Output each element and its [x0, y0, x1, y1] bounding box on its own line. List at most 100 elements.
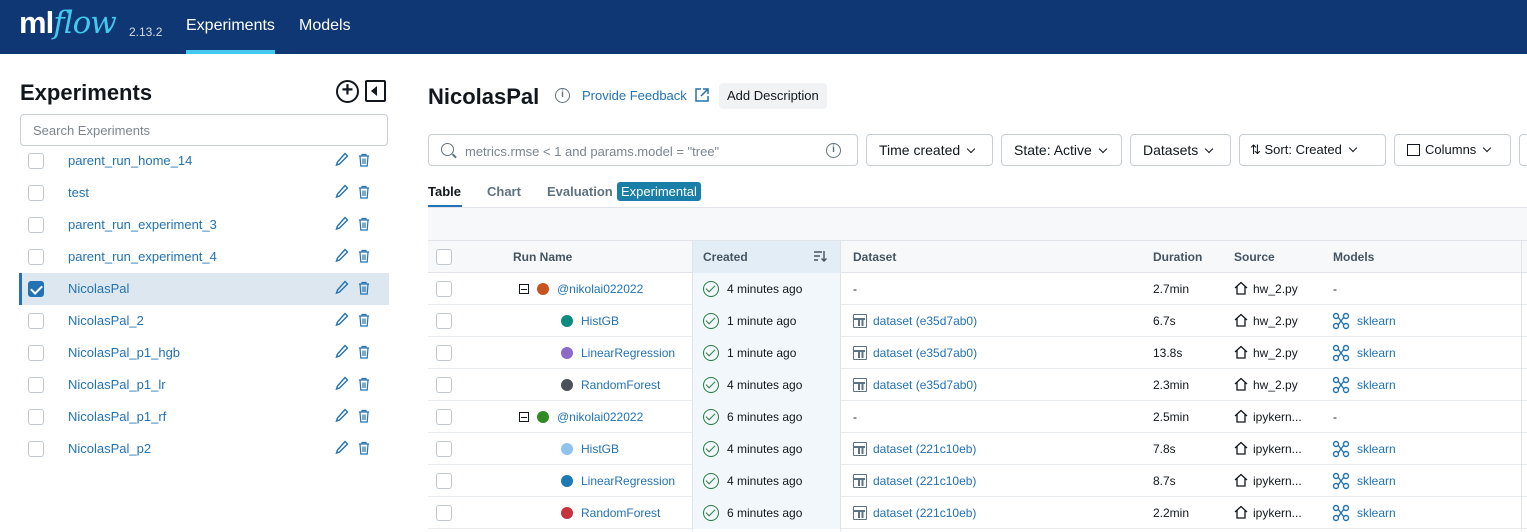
- source-name[interactable]: hw_2.py: [1253, 378, 1298, 392]
- experiment-item[interactable]: parent_run_experiment_3: [19, 209, 389, 241]
- row-checkbox[interactable]: [436, 409, 452, 425]
- experiment-name[interactable]: NicolasPal_2: [68, 313, 144, 328]
- more-filters-button[interactable]: [1519, 134, 1527, 166]
- tab-chart[interactable]: Chart: [487, 184, 521, 199]
- experiment-name[interactable]: parent_run_experiment_4: [68, 249, 217, 264]
- experiment-checkbox[interactable]: [28, 217, 44, 233]
- trash-icon[interactable]: [358, 249, 370, 263]
- sort-desc-icon[interactable]: [813, 249, 827, 263]
- experiment-name[interactable]: parent_run_experiment_3: [68, 217, 217, 232]
- trash-icon[interactable]: [358, 313, 370, 327]
- edit-icon[interactable]: [335, 408, 349, 424]
- trash-icon[interactable]: [358, 345, 370, 359]
- experiment-item[interactable]: parent_run_home_14: [19, 145, 389, 177]
- model-link[interactable]: sklearn: [1357, 506, 1396, 520]
- source-name[interactable]: ipykern...: [1253, 442, 1302, 456]
- experiment-checkbox[interactable]: [28, 345, 44, 361]
- tab-evaluation[interactable]: Evaluation: [547, 184, 613, 199]
- run-name[interactable]: @nikolai022022: [557, 282, 643, 296]
- experiment-checkbox[interactable]: [28, 377, 44, 393]
- experiment-checkbox[interactable]: [28, 409, 44, 425]
- edit-icon[interactable]: [335, 248, 349, 264]
- run-name[interactable]: RandomForest: [581, 378, 660, 392]
- edit-icon[interactable]: [335, 440, 349, 456]
- edit-icon[interactable]: [335, 216, 349, 232]
- trash-icon[interactable]: [358, 185, 370, 199]
- datasets-dropdown[interactable]: Datasets: [1130, 134, 1231, 166]
- row-checkbox[interactable]: [436, 377, 452, 393]
- dataset-link[interactable]: dataset (e35d7ab0): [873, 346, 977, 360]
- nav-tab-experiments[interactable]: Experiments: [186, 17, 275, 35]
- experiment-checkbox[interactable]: [28, 185, 44, 201]
- trash-icon[interactable]: [358, 281, 370, 295]
- run-color-dot[interactable]: [537, 411, 549, 423]
- run-color-dot[interactable]: [561, 443, 573, 455]
- experiment-item[interactable]: NicolasPal_p2: [19, 433, 389, 465]
- edit-icon[interactable]: [335, 152, 349, 168]
- row-checkbox[interactable]: [436, 441, 452, 457]
- experiment-item[interactable]: parent_run_experiment_4: [19, 241, 389, 273]
- columns-dropdown[interactable]: Columns: [1394, 134, 1511, 166]
- col-created[interactable]: Created: [703, 250, 748, 264]
- model-link[interactable]: sklearn: [1357, 346, 1396, 360]
- source-name[interactable]: ipykern...: [1253, 410, 1302, 424]
- experiment-name[interactable]: NicolasPal_p1_lr: [68, 377, 166, 392]
- col-dataset[interactable]: Dataset: [853, 250, 896, 264]
- experiment-checkbox[interactable]: [28, 313, 44, 329]
- trash-icon[interactable]: [358, 377, 370, 391]
- create-experiment-icon[interactable]: +: [336, 80, 359, 103]
- model-link[interactable]: sklearn: [1357, 474, 1396, 488]
- experiment-item[interactable]: NicolasPal_2: [19, 305, 389, 337]
- experiment-name[interactable]: test: [68, 185, 89, 200]
- run-name[interactable]: HistGB: [581, 314, 619, 328]
- dataset-link[interactable]: dataset (e35d7ab0): [873, 378, 977, 392]
- run-color-dot[interactable]: [561, 315, 573, 327]
- trash-icon[interactable]: [358, 217, 370, 231]
- dataset-link[interactable]: dataset (221c10eb): [873, 506, 976, 520]
- run-color-dot[interactable]: [561, 347, 573, 359]
- trash-icon[interactable]: [358, 409, 370, 423]
- source-name[interactable]: ipykern...: [1253, 474, 1302, 488]
- mlflow-logo[interactable]: mlflow: [19, 5, 117, 41]
- dataset-link[interactable]: dataset (221c10eb): [873, 442, 976, 456]
- run-name[interactable]: HistGB: [581, 442, 619, 456]
- col-models[interactable]: Models: [1333, 250, 1374, 264]
- collapse-group-icon[interactable]: [519, 284, 529, 294]
- experiment-name[interactable]: parent_run_home_14: [68, 153, 192, 168]
- experiment-checkbox[interactable]: [28, 281, 44, 297]
- add-description-button[interactable]: Add Description: [719, 83, 827, 109]
- col-duration[interactable]: Duration: [1153, 250, 1202, 264]
- row-checkbox[interactable]: [436, 313, 452, 329]
- run-name[interactable]: LinearRegression: [581, 474, 675, 488]
- experiment-checkbox[interactable]: [28, 441, 44, 457]
- col-run-name[interactable]: Run Name: [513, 250, 572, 264]
- model-link[interactable]: sklearn: [1357, 378, 1396, 392]
- tab-table[interactable]: Table: [428, 184, 461, 199]
- search-runs-input[interactable]: [465, 141, 815, 161]
- edit-icon[interactable]: [335, 312, 349, 328]
- col-source[interactable]: Source: [1234, 250, 1275, 264]
- run-color-dot[interactable]: [561, 507, 573, 519]
- edit-icon[interactable]: [335, 344, 349, 360]
- info-icon[interactable]: i: [555, 88, 570, 103]
- experiment-name[interactable]: NicolasPal: [68, 281, 129, 296]
- select-all-checkbox[interactable]: [436, 249, 452, 265]
- sort-dropdown[interactable]: ⇅ Sort: Created: [1239, 134, 1386, 166]
- run-name[interactable]: @nikolai022022: [557, 410, 643, 424]
- provide-feedback-link[interactable]: Provide Feedback: [582, 88, 687, 103]
- experiment-checkbox[interactable]: [28, 249, 44, 265]
- search-experiments-input[interactable]: [20, 114, 388, 146]
- nav-tab-models[interactable]: Models: [299, 17, 351, 35]
- dataset-link[interactable]: dataset (e35d7ab0): [873, 314, 977, 328]
- edit-icon[interactable]: [335, 184, 349, 200]
- source-name[interactable]: hw_2.py: [1253, 282, 1298, 296]
- trash-icon[interactable]: [358, 153, 370, 167]
- run-name[interactable]: RandomForest: [581, 506, 660, 520]
- time-created-dropdown[interactable]: Time created: [866, 134, 993, 166]
- state-dropdown[interactable]: State: Active: [1001, 134, 1122, 166]
- external-link-icon[interactable]: [695, 88, 709, 102]
- experiment-name[interactable]: NicolasPal_p1_rf: [68, 409, 166, 424]
- search-help-icon[interactable]: i: [826, 143, 841, 158]
- run-color-dot[interactable]: [561, 379, 573, 391]
- row-checkbox[interactable]: [436, 473, 452, 489]
